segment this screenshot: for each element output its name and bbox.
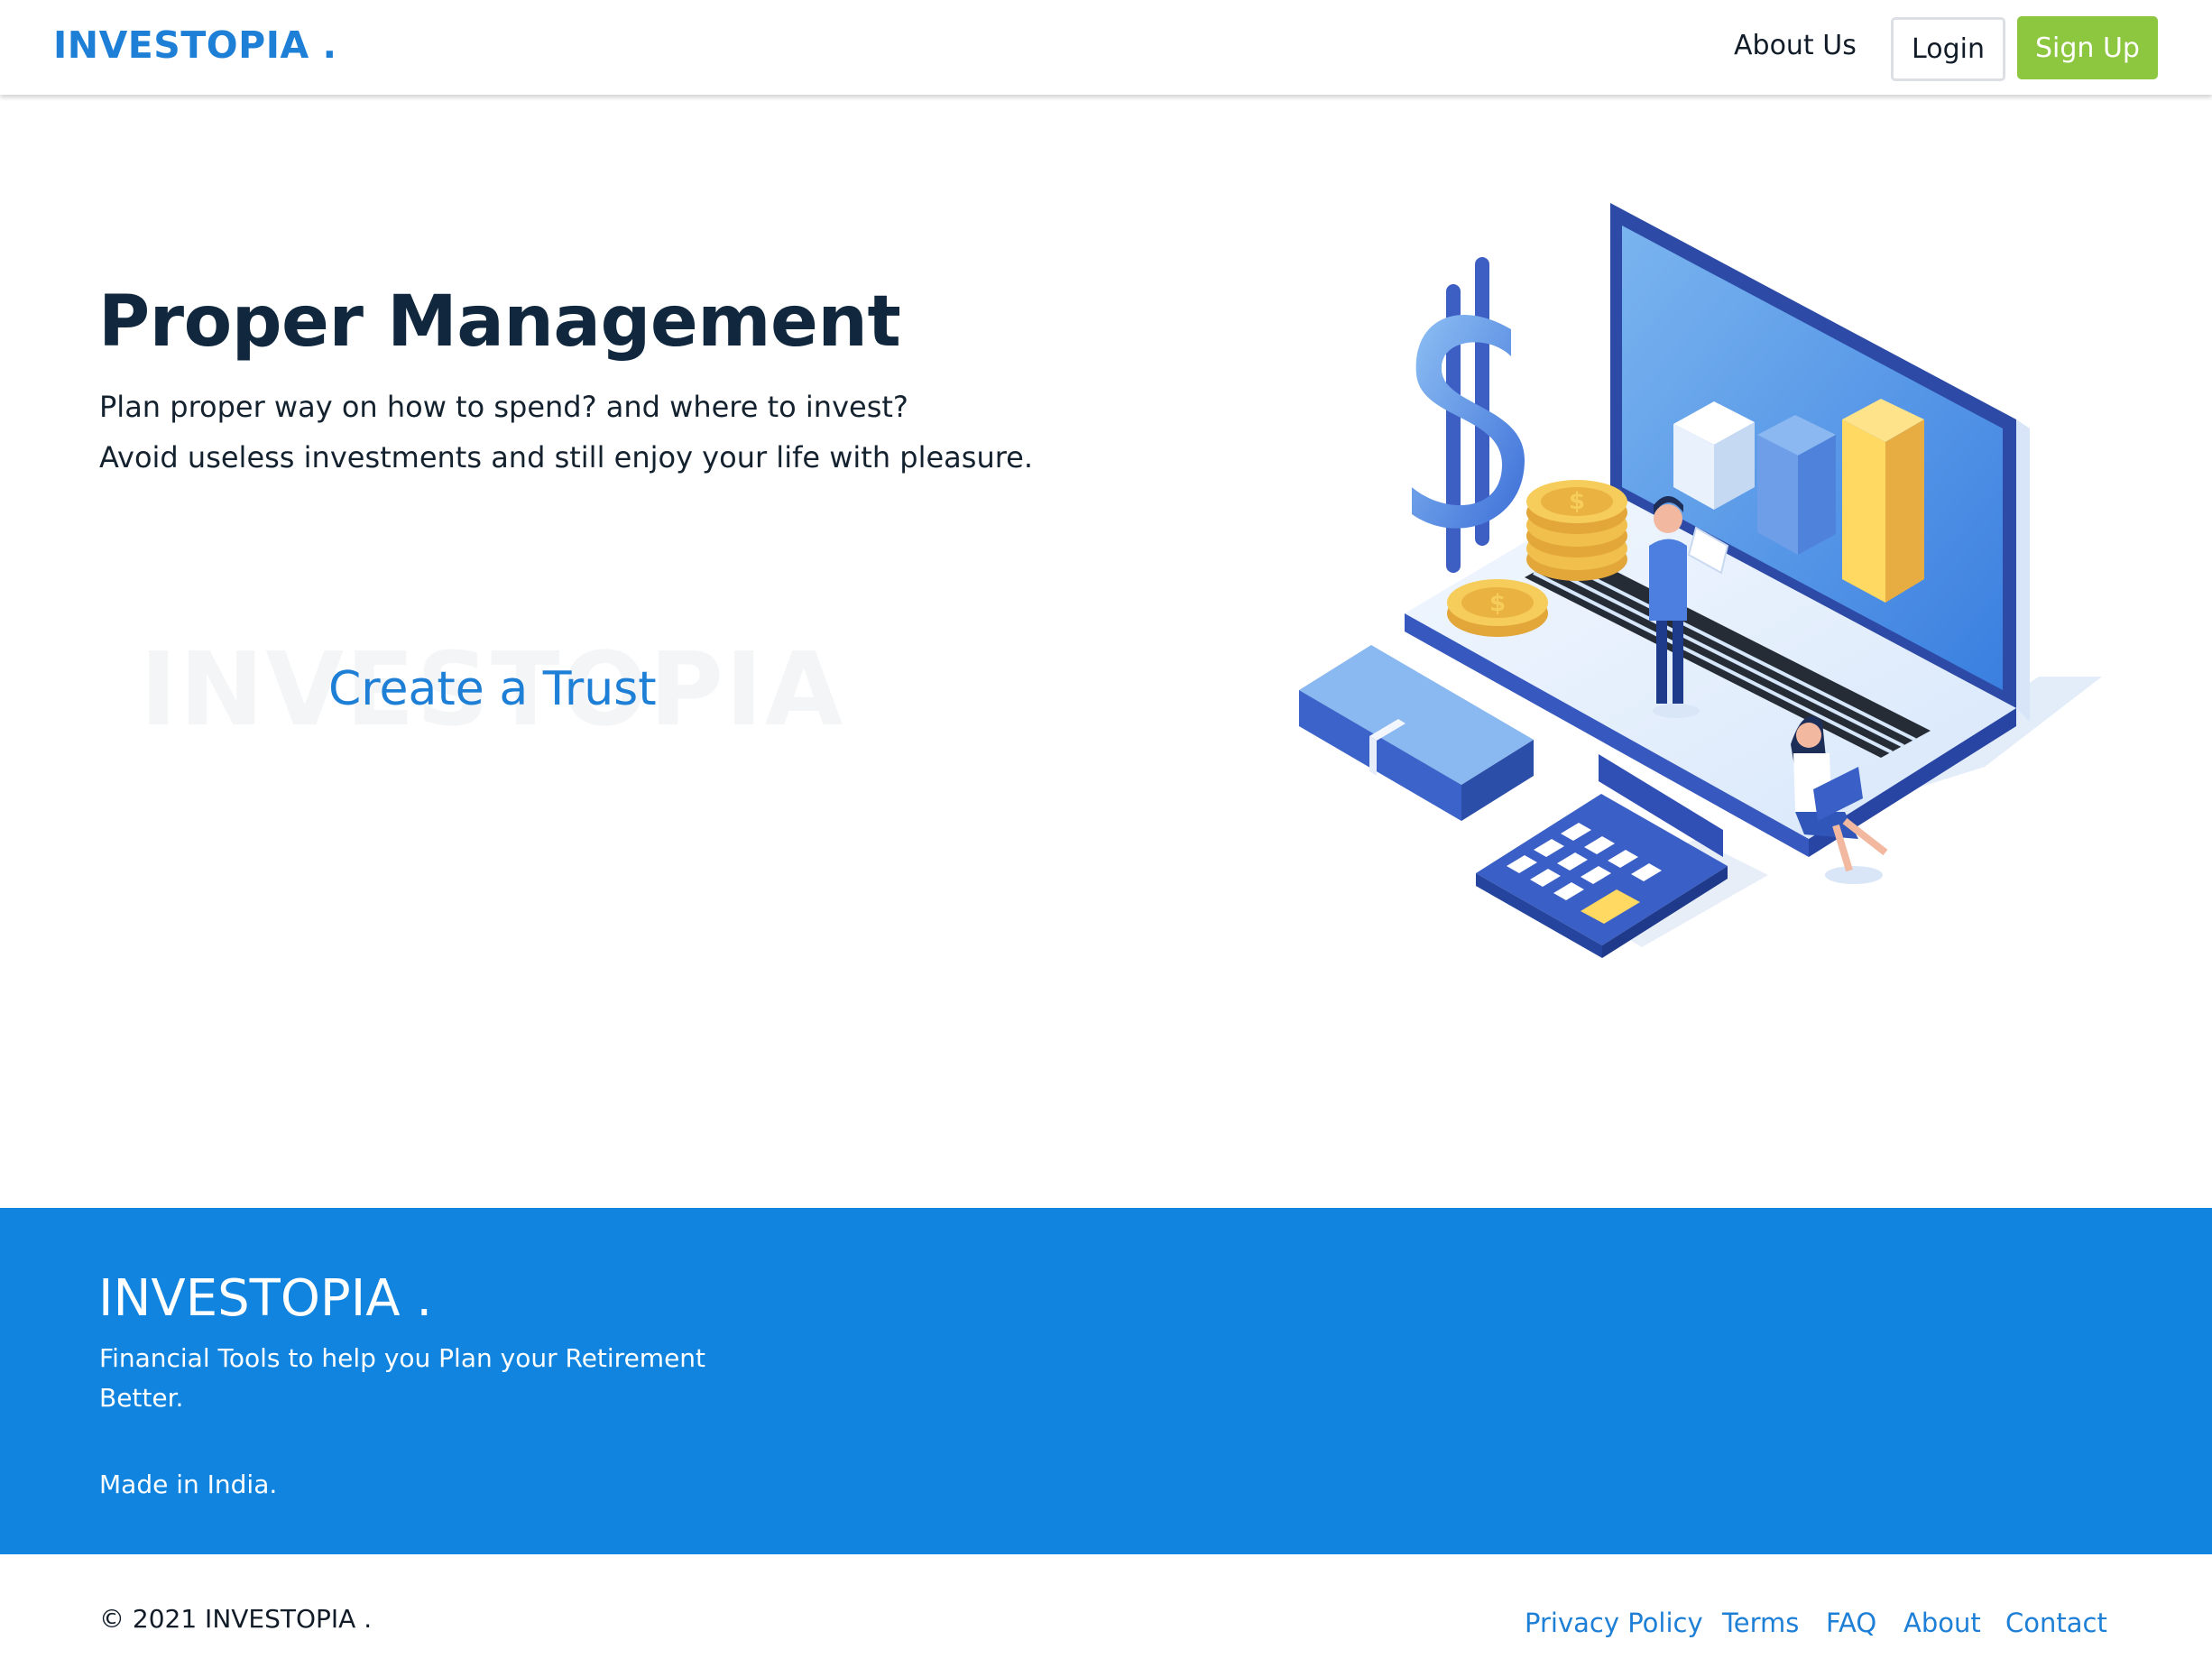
contact-link[interactable]: Contact — [2005, 1608, 2107, 1638]
hero-description-line1: Plan proper way on how to spend? and whe… — [99, 390, 908, 424]
brand-logo[interactable]: INVESTOPIA . — [53, 23, 337, 67]
privacy-policy-link[interactable]: Privacy Policy — [1525, 1608, 1703, 1638]
login-button[interactable]: Login — [1891, 17, 2005, 81]
terms-link[interactable]: Terms — [1722, 1608, 1799, 1638]
finance-laptop-illustration-icon: $ $ — [1299, 203, 2102, 958]
footer-brand: INVESTOPIA . — [98, 1269, 433, 1328]
svg-text:$: $ — [1489, 590, 1506, 617]
login-button-label: Login — [1912, 33, 1985, 65]
footer-made-in: Made in India. — [99, 1470, 278, 1499]
about-us-link[interactable]: About Us — [1734, 30, 1857, 61]
about-link[interactable]: About — [1903, 1608, 1981, 1638]
signup-button[interactable]: Sign Up — [2017, 16, 2158, 79]
signup-button-label: Sign Up — [2035, 32, 2140, 64]
hero-description-line2: Avoid useless investments and still enjo… — [99, 440, 1034, 475]
footer-links: Privacy Policy Terms FAQ About Contact — [0, 1608, 2212, 1644]
footer-tagline: Financial Tools to help you Plan your Re… — [99, 1343, 706, 1413]
faq-link[interactable]: FAQ — [1826, 1608, 1876, 1638]
create-trust-button[interactable]: Create a Trust — [328, 662, 657, 716]
navbar: INVESTOPIA . About Us Login Sign Up — [0, 0, 2212, 95]
footer-main: INVESTOPIA . Financial Tools to help you… — [0, 1208, 2212, 1554]
svg-text:$: $ — [1569, 488, 1585, 515]
hero-title: Proper Management — [98, 281, 901, 363]
